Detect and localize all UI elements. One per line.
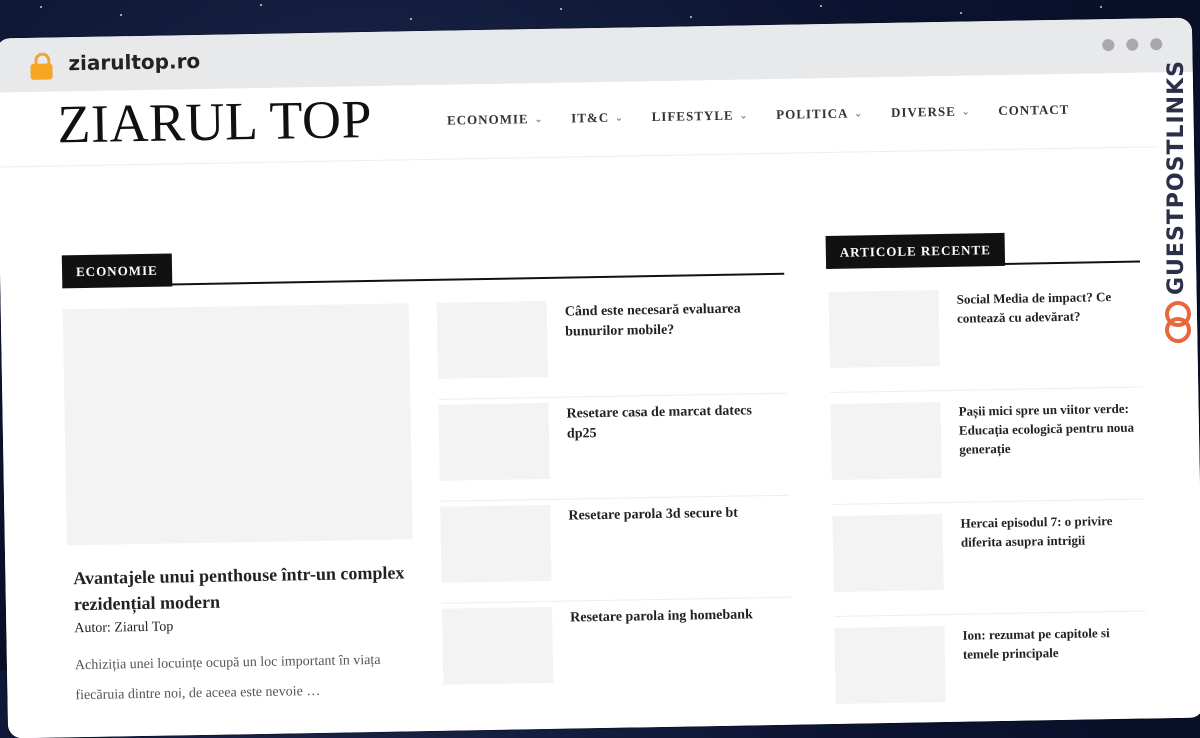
list-item[interactable]: Resetare parola ing homebank xyxy=(442,603,794,705)
featured-author: Autor: Ziarul Top xyxy=(74,619,174,637)
chevron-down-icon: ⌄ xyxy=(854,107,864,119)
nav-item-economie[interactable]: ECONOMIE ⌄ xyxy=(447,111,543,129)
article-title[interactable]: Ion: rezumat pe capitole si temele princ… xyxy=(962,622,1148,663)
sidebar-item[interactable]: Ion: rezumat pe capitole si temele princ… xyxy=(834,623,1148,728)
article-thumbnail[interactable] xyxy=(828,290,940,368)
article-title[interactable]: Resetare parola ing homebank xyxy=(570,605,780,629)
section-header-economie: ECONOMIE xyxy=(61,242,785,289)
article-thumbnail[interactable] xyxy=(830,402,942,480)
nav-label: IT&C xyxy=(571,109,610,126)
chevron-down-icon: ⌄ xyxy=(615,112,624,123)
featured-excerpt: Achiziția unei locuințe ocupă un loc imp… xyxy=(74,652,381,704)
sidebar-item[interactable]: Social Media de impact? Ce contează cu a… xyxy=(828,286,1143,393)
lock-icon xyxy=(30,52,53,80)
nav-label: DIVERSE xyxy=(890,103,956,120)
article-thumbnail[interactable] xyxy=(436,300,548,379)
article-title[interactable]: Când este necesară evaluarea bunurilor m… xyxy=(565,299,776,343)
list-item[interactable]: Când este necesară evaluarea bunurilor m… xyxy=(436,296,789,400)
article-thumbnail[interactable] xyxy=(440,504,552,583)
article-thumbnail[interactable] xyxy=(834,626,946,704)
site-logo[interactable]: ZIARUL TOP xyxy=(57,88,373,155)
article-title[interactable]: Resetare casa de marcat datecs dp25 xyxy=(566,401,777,445)
chain-link-icon xyxy=(1163,301,1191,345)
nav-item-politica[interactable]: POLITICA ⌄ xyxy=(776,105,863,123)
window-dot-icon[interactable] xyxy=(1150,38,1163,51)
article-thumbnail[interactable] xyxy=(832,514,944,592)
chevron-down-icon: ⌄ xyxy=(739,109,749,121)
article-title[interactable]: Social Media de impact? Ce contează cu a… xyxy=(957,287,1143,328)
chevron-down-icon: ⌄ xyxy=(961,105,971,117)
guestpostlinks-watermark: GUESTPOSTLINKS xyxy=(1156,60,1196,360)
chevron-down-icon: ⌄ xyxy=(534,113,544,124)
list-item[interactable]: Resetare parola 3d secure bt xyxy=(440,500,792,604)
nav-item-lifestyle[interactable]: LIFESTYLE ⌄ xyxy=(652,107,749,125)
article-title[interactable]: Pașii mici spre un viitor verde: Educați… xyxy=(958,399,1144,459)
article-thumbnail[interactable] xyxy=(438,402,550,481)
watermark-text: GUESTPOSTLINKS xyxy=(1163,60,1189,295)
article-title[interactable]: Hercai episodul 7: o privire diferita as… xyxy=(960,511,1146,552)
main-nav: ECONOMIE ⌄ IT&C ⌄ LIFESTYLE ⌄ POLITICA ⌄ xyxy=(447,102,1070,129)
nav-item-diverse[interactable]: DIVERSE ⌄ xyxy=(891,103,971,120)
window-dot-icon[interactable] xyxy=(1126,38,1139,51)
nav-label: CONTACT xyxy=(998,101,1070,119)
section-tag: ARTICOLE RECENTE xyxy=(825,232,1006,270)
section-tag[interactable]: ECONOMIE xyxy=(61,253,173,289)
article-thumbnail[interactable] xyxy=(442,606,554,685)
section-header-recent: ARTICOLE RECENTE xyxy=(825,230,1141,270)
browser-window: ziarultop.ro ZIARUL TOP ECONOMIE ⌄ IT&C … xyxy=(0,17,1200,738)
sidebar-item[interactable]: Pașii mici spre un viitor verde: Educați… xyxy=(830,398,1145,505)
window-dot-icon[interactable] xyxy=(1102,38,1115,52)
window-controls xyxy=(1102,38,1163,52)
featured-image[interactable] xyxy=(62,303,413,546)
sidebar-item[interactable]: Hercai episodul 7: o privire diferita as… xyxy=(832,510,1147,617)
list-item[interactable]: Resetare casa de marcat datecs dp25 xyxy=(438,398,791,502)
url-bar[interactable]: ziarultop.ro xyxy=(68,49,200,75)
nav-item-itc[interactable]: IT&C ⌄ xyxy=(571,110,624,127)
nav-label: LIFESTYLE xyxy=(651,107,734,125)
site-page: ZIARUL TOP ECONOMIE ⌄ IT&C ⌄ LIFESTYLE ⌄ xyxy=(0,71,1200,738)
nav-label: ECONOMIE xyxy=(446,111,529,128)
nav-item-contact[interactable]: CONTACT xyxy=(998,102,1069,119)
featured-title[interactable]: Avantajele unui penthouse într-un comple… xyxy=(73,559,414,617)
article-title[interactable]: Resetare parola 3d secure bt xyxy=(568,503,778,527)
nav-label: POLITICA xyxy=(776,105,849,122)
